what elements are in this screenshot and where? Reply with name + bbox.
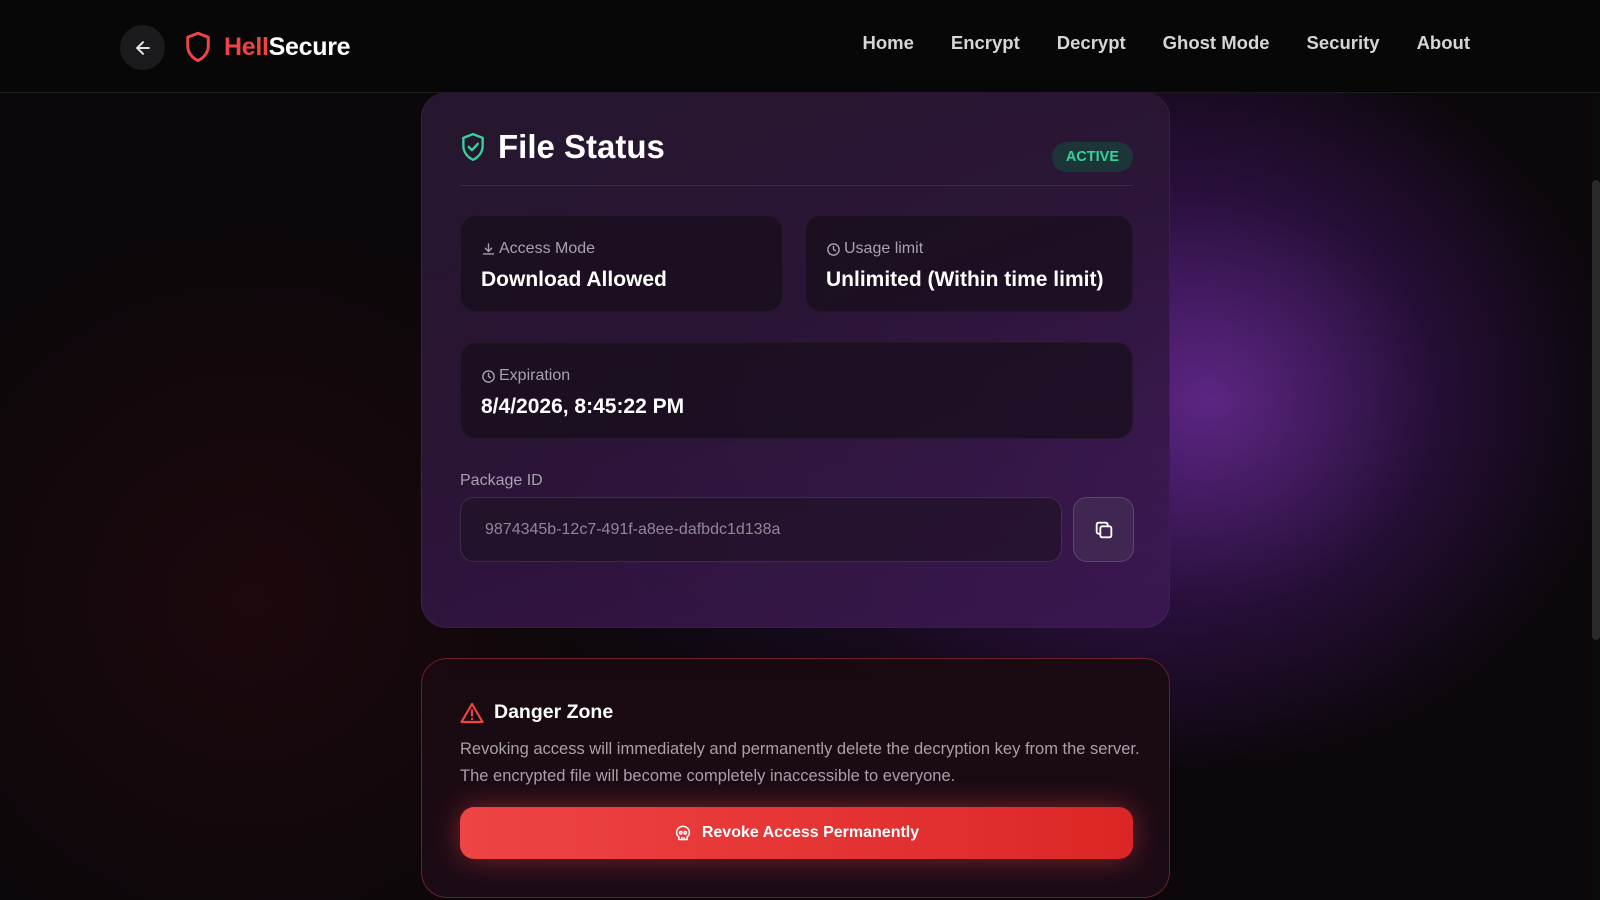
back-button[interactable] — [120, 25, 165, 70]
usage-limit-label-wrap: Usage limit — [826, 240, 923, 258]
nav-security[interactable]: Security — [1307, 32, 1380, 54]
brand-logo[interactable]: HellSecure — [184, 30, 351, 64]
expiration-value: 8/4/2026, 8:45:22 PM — [481, 395, 685, 418]
expiration-label-wrap: Expiration — [481, 367, 570, 385]
warning-icon — [460, 702, 484, 723]
danger-zone-title: Danger Zone — [494, 701, 614, 723]
file-status-header: File Status ACTIVE — [460, 122, 1133, 186]
access-mode-value: Download Allowed — [481, 268, 667, 291]
copy-icon — [1095, 521, 1112, 538]
skull-icon — [675, 825, 690, 840]
clock-icon — [482, 369, 495, 383]
file-status-title-wrap: File Status — [460, 128, 665, 166]
expiration-label: Expiration — [499, 367, 571, 384]
nav-decrypt[interactable]: Decrypt — [1057, 32, 1126, 54]
brand-name-part2: Secure — [268, 32, 351, 61]
shield-icon — [186, 31, 210, 63]
revoke-access-button[interactable]: Revoke Access Permanently — [460, 807, 1133, 859]
page-title: File Status — [498, 128, 665, 165]
package-id-label: Package ID — [460, 472, 543, 489]
page-scrollbar-thumb[interactable] — [1592, 180, 1600, 640]
access-mode-tile: Access Mode Download Allowed — [460, 215, 783, 312]
revoke-access-label: Revoke Access Permanently — [701, 824, 920, 841]
danger-zone-card: Danger Zone Revoking access will immedia… — [421, 658, 1170, 898]
nav-home[interactable]: Home — [862, 32, 913, 54]
brand-name: HellSecure — [224, 32, 351, 62]
download-icon — [482, 242, 495, 255]
usage-limit-tile: Usage limit Unlimited (Within time limit… — [805, 215, 1133, 312]
nav-ghost-mode[interactable]: Ghost Mode — [1163, 32, 1270, 54]
danger-zone-title-wrap: Danger Zone — [460, 701, 613, 724]
file-status-card: File Status ACTIVE Access Mode Download … — [421, 92, 1170, 628]
arrow-left-icon — [135, 40, 150, 55]
nav-about[interactable]: About — [1417, 32, 1470, 54]
clock-icon — [827, 242, 840, 256]
usage-limit-label: Usage limit — [844, 240, 924, 257]
usage-limit-value: Unlimited (Within time limit) — [826, 268, 1104, 291]
access-mode-label: Access Mode — [499, 240, 596, 257]
danger-zone-description: Revoking access will immediately and per… — [460, 740, 1140, 785]
main-nav: Home Encrypt Decrypt Ghost Mode Security… — [862, 32, 1470, 54]
status-badge: ACTIVE — [1051, 142, 1133, 172]
access-mode-label-wrap: Access Mode — [481, 240, 595, 258]
top-navbar: HellSecure Home Encrypt Decrypt Ghost Mo… — [0, 0, 1600, 93]
expiration-tile: Expiration 8/4/2026, 8:45:22 PM — [460, 342, 1133, 439]
package-id-input[interactable] — [460, 497, 1062, 562]
nav-encrypt[interactable]: Encrypt — [951, 32, 1020, 54]
shield-check-icon — [462, 132, 484, 162]
copy-button[interactable] — [1073, 497, 1134, 562]
brand-name-part1: Hell — [224, 32, 269, 61]
